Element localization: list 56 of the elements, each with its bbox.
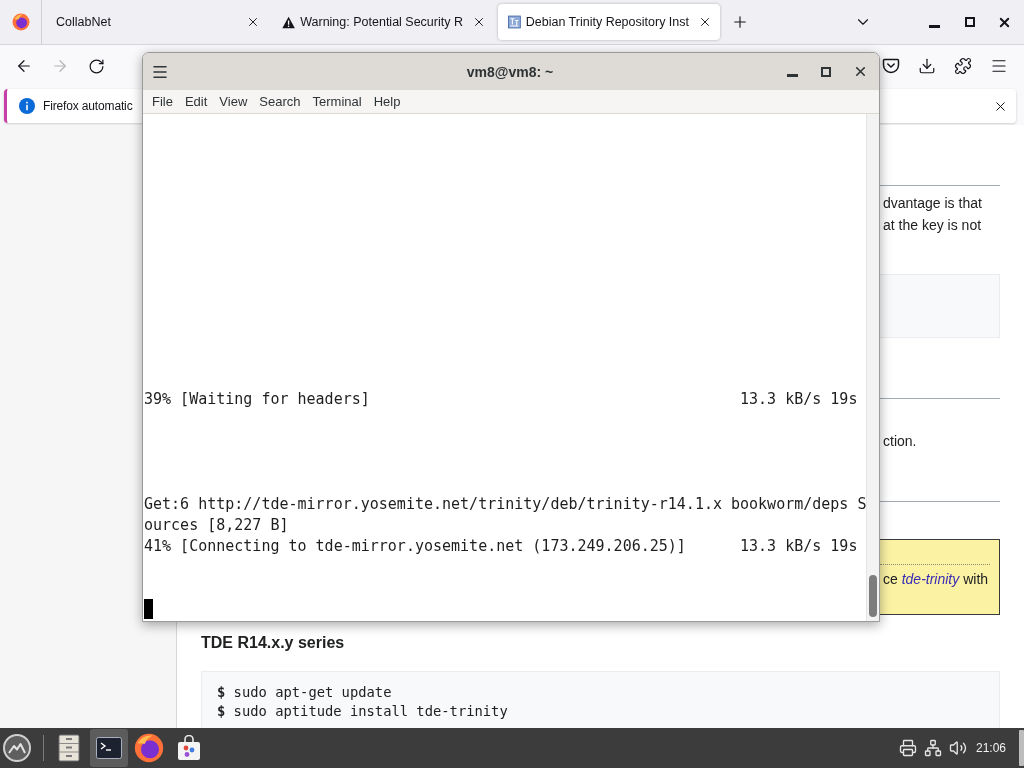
maximize-icon [821,66,831,77]
menu-item[interactable]: File [146,90,179,113]
minimize-icon [929,24,940,28]
close-icon [246,15,260,29]
clock: 21:06 [975,741,1006,755]
warning-icon [282,14,296,30]
close-icon [472,15,486,29]
info-icon [19,98,35,114]
launcher-icon[interactable] [3,734,31,762]
forward-arrow-icon [51,57,69,75]
note-text: ce tde-trinity with [882,570,990,589]
text-cursor [144,598,153,619]
logo-icon [134,733,164,763]
section-heading: TDE R14.x.y series [201,633,346,653]
minimize-icon [786,74,798,77]
sentence-fragment: ction. [882,432,918,451]
cabinet-icon [58,734,80,762]
volume-icon[interactable] [948,739,967,757]
note-link[interactable]: tde-trinity [901,571,960,587]
printer-icon[interactable] [898,739,917,757]
paragraph-fragment: at the key is not [882,216,983,235]
menu-item[interactable]: Search [253,90,307,113]
network-icon[interactable] [923,739,942,757]
code-line: $ sudo apt-get update [217,683,393,702]
taskbar-app-button[interactable] [90,729,128,767]
transfer-rate: 13.3 kB/s 19s [740,535,858,557]
terminal-output: ources [8,227 B] [144,514,289,536]
tab[interactable]: Warning: Potential Security R [272,4,494,40]
tab[interactable]: Debian Trinity Repository Inst [498,4,720,40]
notification-text: Firefox automatic [43,99,133,113]
code-line: $ sudo aptitude install tde-trinity [217,702,509,721]
menu-item[interactable]: Help [367,90,407,113]
site-icon [508,14,521,30]
menu-item[interactable]: Terminal [306,90,368,113]
menu-item[interactable]: View [213,90,254,113]
plus-icon [731,13,749,31]
reload-icon [87,57,105,75]
menu-icon [990,57,1008,75]
save-button[interactable] [881,56,901,76]
puzzle-icon [954,57,972,75]
paragraph-fragment: dvantage is that [882,194,983,213]
terminal-output: 41% [Connecting to tde-mirror.yosemite.net (173.249.206.25)] [144,535,686,557]
logo-icon[interactable] [11,13,30,31]
shield-chevron-icon [882,57,900,75]
menu-item[interactable]: Edit [178,90,214,113]
close-icon [698,15,712,29]
terminal-icon [96,737,122,759]
maximize-icon [964,17,975,27]
transfer-rate: 13.3 kB/s 19s [740,388,858,410]
terminal-output: Get:6 http://tde-mirror.yosemite.net/trinity/deb/trinity-r14.1.x bookworm/deps S [144,493,866,515]
scrollbar-thumb[interactable] [869,575,877,617]
tab[interactable]: CollabNet [46,4,268,40]
bag-icon [177,735,201,761]
download-icon [918,57,936,75]
terminal-output: 39% [Waiting for headers] [144,388,370,410]
window-title: vm8@vm8: ~ [466,63,554,80]
